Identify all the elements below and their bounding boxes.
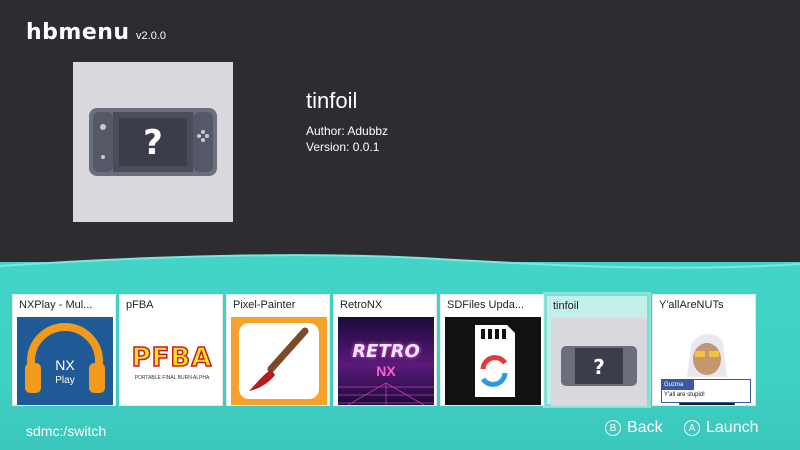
app-tile[interactable]: Pixel-Painter — [226, 294, 330, 406]
current-path: sdmc:/switch — [26, 423, 107, 439]
selected-app-author: Author: Adubbz — [306, 124, 389, 138]
pfba-subtitle: PORTABLE FINAL BURN ALPHA — [134, 375, 210, 381]
launch-label: Launch — [706, 419, 759, 436]
selected-app-icon: ? — [73, 62, 233, 222]
headphones-icon: NX Play — [17, 317, 113, 405]
app-tile-label: tinfoil — [553, 300, 579, 312]
pfba-logo: PFBA PORTABLE FINAL BURN ALPHA — [124, 317, 220, 405]
retronx-logo: RETRO NX — [338, 317, 434, 405]
app-tile-label: Pixel-Painter — [233, 299, 296, 311]
app-version: v2.0.0 — [136, 30, 167, 42]
app-tile[interactable]: SDFiles Upda... — [440, 294, 544, 406]
paintbrush-icon — [231, 317, 327, 405]
launch-button[interactable]: A Launch — [684, 419, 759, 437]
sdcard-refresh-icon — [445, 317, 541, 405]
selected-app-title: tinfoil — [306, 88, 358, 113]
app-tile[interactable]: pFBA PFBA PORTABLE FINAL BURN ALPHA — [119, 294, 223, 406]
switch-console-icon: ? — [89, 108, 217, 176]
app-tile-label: NXPlay - Mul... — [19, 299, 93, 311]
wave-divider — [0, 254, 800, 282]
selected-app-info: tinfoil Author: Adubbz Version: 0.0.1 — [306, 88, 388, 155]
dialog-box: Guzma Y'all are stupid! — [661, 379, 751, 403]
app-tile[interactable]: NXPlay - Mul... NX Play — [12, 294, 116, 406]
dialog-text: Y'all are stupid! — [664, 392, 705, 398]
app-tile-label: SDFiles Upda... — [447, 299, 525, 311]
app-tile-label: pFBA — [126, 299, 154, 311]
svg-text:?: ? — [143, 123, 163, 163]
selected-app-version: Version: 0.0.1 — [306, 140, 380, 154]
svg-text:?: ? — [593, 355, 605, 379]
app-tile[interactable]: Y'allAreNUTs Guzma Y'all are stupid! — [652, 294, 756, 406]
a-button-icon: A — [684, 420, 700, 436]
app-name: hbmenu — [26, 20, 130, 45]
pfba-title: PFBA — [131, 342, 213, 374]
app-tile-label: Y'allAreNUTs — [659, 299, 724, 311]
back-button[interactable]: B Back — [605, 419, 663, 437]
nxplay-text: NX — [55, 357, 75, 373]
character-portrait: Guzma Y'all are stupid! — [657, 317, 753, 405]
app-tile-selected[interactable]: tinfoil ? — [545, 294, 649, 406]
app-tile[interactable]: RetroNX RETRO NX — [333, 294, 437, 406]
app-logo: hbmenu v2.0.0 — [26, 20, 166, 45]
back-label: Back — [627, 419, 663, 436]
dialog-speaker: Guzma — [662, 380, 694, 390]
switch-console-icon: ? — [551, 318, 647, 406]
app-tile-label: RetroNX — [340, 299, 383, 311]
nxplay-subtext: Play — [55, 375, 75, 386]
b-button-icon: B — [605, 420, 621, 436]
